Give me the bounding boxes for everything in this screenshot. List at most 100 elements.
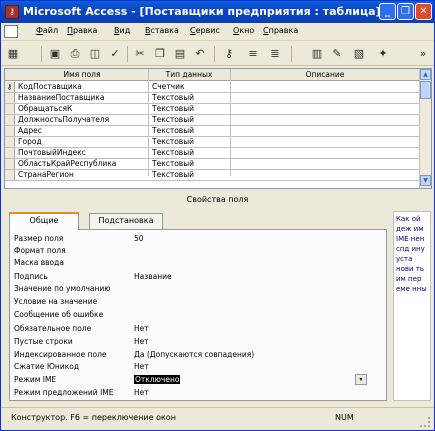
table-row[interactable]: ДолжностьПолучателя Текстовый [5,115,420,126]
undo-icon[interactable]: ↶ [192,46,208,62]
property-row[interactable]: Режим предложений IME Нет [10,387,386,399]
tab-lookup[interactable]: Подстановка [89,213,163,229]
properties-icon[interactable]: ▥ [309,46,325,62]
menu-tools[interactable]: Сервис [190,26,220,35]
field-type[interactable]: Текстовый [152,148,194,157]
more-icon[interactable]: » [417,46,429,62]
table-row[interactable]: ПочтовыйИндекс Текстовый [5,148,420,159]
access-key-icon[interactable]: ⚷ [5,5,19,19]
database-window-icon[interactable]: ▧ [351,46,367,62]
property-value[interactable]: 50 [134,234,144,243]
minimize-button[interactable]: _ [379,3,396,20]
row-selector[interactable] [5,93,15,103]
field-type[interactable]: Текстовый [152,170,194,179]
document-menu-icon[interactable] [4,25,18,38]
field-name[interactable]: ОбластьКрайРеспублика [18,159,135,168]
table-row[interactable]: Адрес Текстовый [5,126,420,137]
property-row[interactable]: Сжатие Юникод Нет [10,361,386,373]
field-name[interactable]: ПочтовыйИндекс [18,148,135,157]
toolbar-separator [214,46,215,62]
menu-view[interactable]: Вид [114,26,130,35]
ime-mode-value[interactable]: Отключено [134,375,181,384]
resize-grip-icon[interactable] [420,417,430,427]
num-lock-indicator: NUM [335,413,354,422]
save-icon[interactable]: ▣ [47,46,63,62]
view-icon[interactable]: ▦ [5,46,21,62]
scroll-thumb[interactable] [420,81,431,99]
field-type[interactable]: Текстовый [152,126,194,135]
property-row[interactable]: Пустые строки Нет [10,336,386,348]
field-type[interactable]: Текстовый [152,115,194,124]
field-type[interactable]: Текстовый [152,159,194,168]
field-type[interactable]: Текстовый [152,93,194,102]
property-row[interactable]: Формат поля [10,245,386,257]
cut-icon[interactable]: ✂ [132,46,148,62]
row-selector[interactable] [5,115,15,125]
menu-help[interactable]: Справка [263,26,298,35]
property-row[interactable]: Обязательное поле Нет [10,323,386,335]
menu-window[interactable]: Окно [233,26,254,35]
property-row[interactable]: Значение по умолчанию [10,283,386,295]
delete-rows-icon[interactable]: ≣ [267,46,283,62]
property-value[interactable]: Нет [134,388,149,397]
menu-edit[interactable]: Правка [67,26,97,35]
toolbar-separator [41,46,42,62]
title-bar[interactable]: ⚷ Microsoft Access - [Поставщики предпри… [1,1,434,23]
field-properties-label: Свойства поля [186,195,249,204]
vertical-scrollbar[interactable]: ▲ ▼ [419,69,431,188]
table-row[interactable]: ОбластьКрайРеспублика Текстовый [5,159,420,170]
copy-icon[interactable]: ❐ [152,46,168,62]
tab-general[interactable]: Общие [9,212,79,230]
field-name[interactable]: СтранаРегион [18,170,135,179]
property-value[interactable]: Нет [134,362,149,371]
field-name[interactable]: Адрес [18,126,135,135]
field-name[interactable]: НазваниеПоставщика [18,93,135,102]
property-row[interactable]: Индексированное поле Да (Допускаются совп… [10,349,386,361]
property-row[interactable]: Условие на значение [10,296,386,308]
paste-icon[interactable]: ▤ [172,46,188,62]
property-row[interactable]: Маска ввода [10,257,386,269]
build-icon[interactable]: ✎ [329,46,345,62]
field-name[interactable]: КодПоставщика [18,82,135,91]
insert-rows-icon[interactable]: ≡ [245,46,261,62]
new-object-icon[interactable]: ✦ [375,46,391,62]
row-selector[interactable] [5,148,15,158]
row-selector[interactable] [5,137,15,147]
print-icon[interactable]: ⎙ [67,46,83,62]
property-value[interactable]: Название [134,272,172,281]
field-type[interactable]: Счетчик [152,82,185,91]
table-row[interactable]: СтранаРегион Текстовый [5,170,420,181]
maximize-button[interactable]: ❐ [397,3,414,20]
property-row[interactable]: Подпись Название [10,271,386,283]
field-name[interactable]: ДолжностьПолучателя [18,115,135,124]
menu-insert[interactable]: Вставка [145,26,179,35]
field-type[interactable]: Текстовый [152,104,194,113]
dropdown-arrow-icon[interactable]: ▾ [355,374,367,385]
field-type[interactable]: Текстовый [152,137,194,146]
primary-key-icon[interactable]: ⚷ [5,82,15,92]
print-preview-icon[interactable]: ◫ [87,46,103,62]
property-row[interactable]: Сообщение об ошибке [10,309,386,321]
menu-file[interactable]: Файл [36,26,58,35]
close-button[interactable]: ✕ [415,3,432,20]
property-row[interactable]: Размер поля 50 [10,233,386,245]
key-icon[interactable]: ⚷ [221,46,237,62]
scroll-up-icon[interactable]: ▲ [420,69,431,80]
table-row[interactable]: НазваниеПоставщика Текстовый [5,93,420,104]
table-design-grid: Имя поля Тип данных Описание ⚷ КодПостав… [4,68,432,189]
table-row[interactable]: ⚷ КодПоставщика Счетчик [5,82,420,93]
scroll-down-icon[interactable]: ▼ [420,175,431,186]
table-row[interactable]: Город Текстовый [5,137,420,148]
row-selector[interactable] [5,104,15,114]
field-name[interactable]: ОбращатьсяК [18,104,135,113]
property-value[interactable]: Нет [134,324,149,333]
row-selector[interactable] [5,159,15,169]
property-value[interactable]: Нет [134,337,149,346]
row-selector[interactable] [5,126,15,136]
spelling-icon[interactable]: ✓ [107,46,123,62]
property-row[interactable]: Режим IME Отключено ▾ [10,374,386,386]
property-value[interactable]: Да (Допускаются совпадения) [134,350,254,359]
table-row[interactable]: ОбращатьсяК Текстовый [5,104,420,115]
row-selector[interactable] [5,170,15,180]
field-name[interactable]: Город [18,137,135,146]
